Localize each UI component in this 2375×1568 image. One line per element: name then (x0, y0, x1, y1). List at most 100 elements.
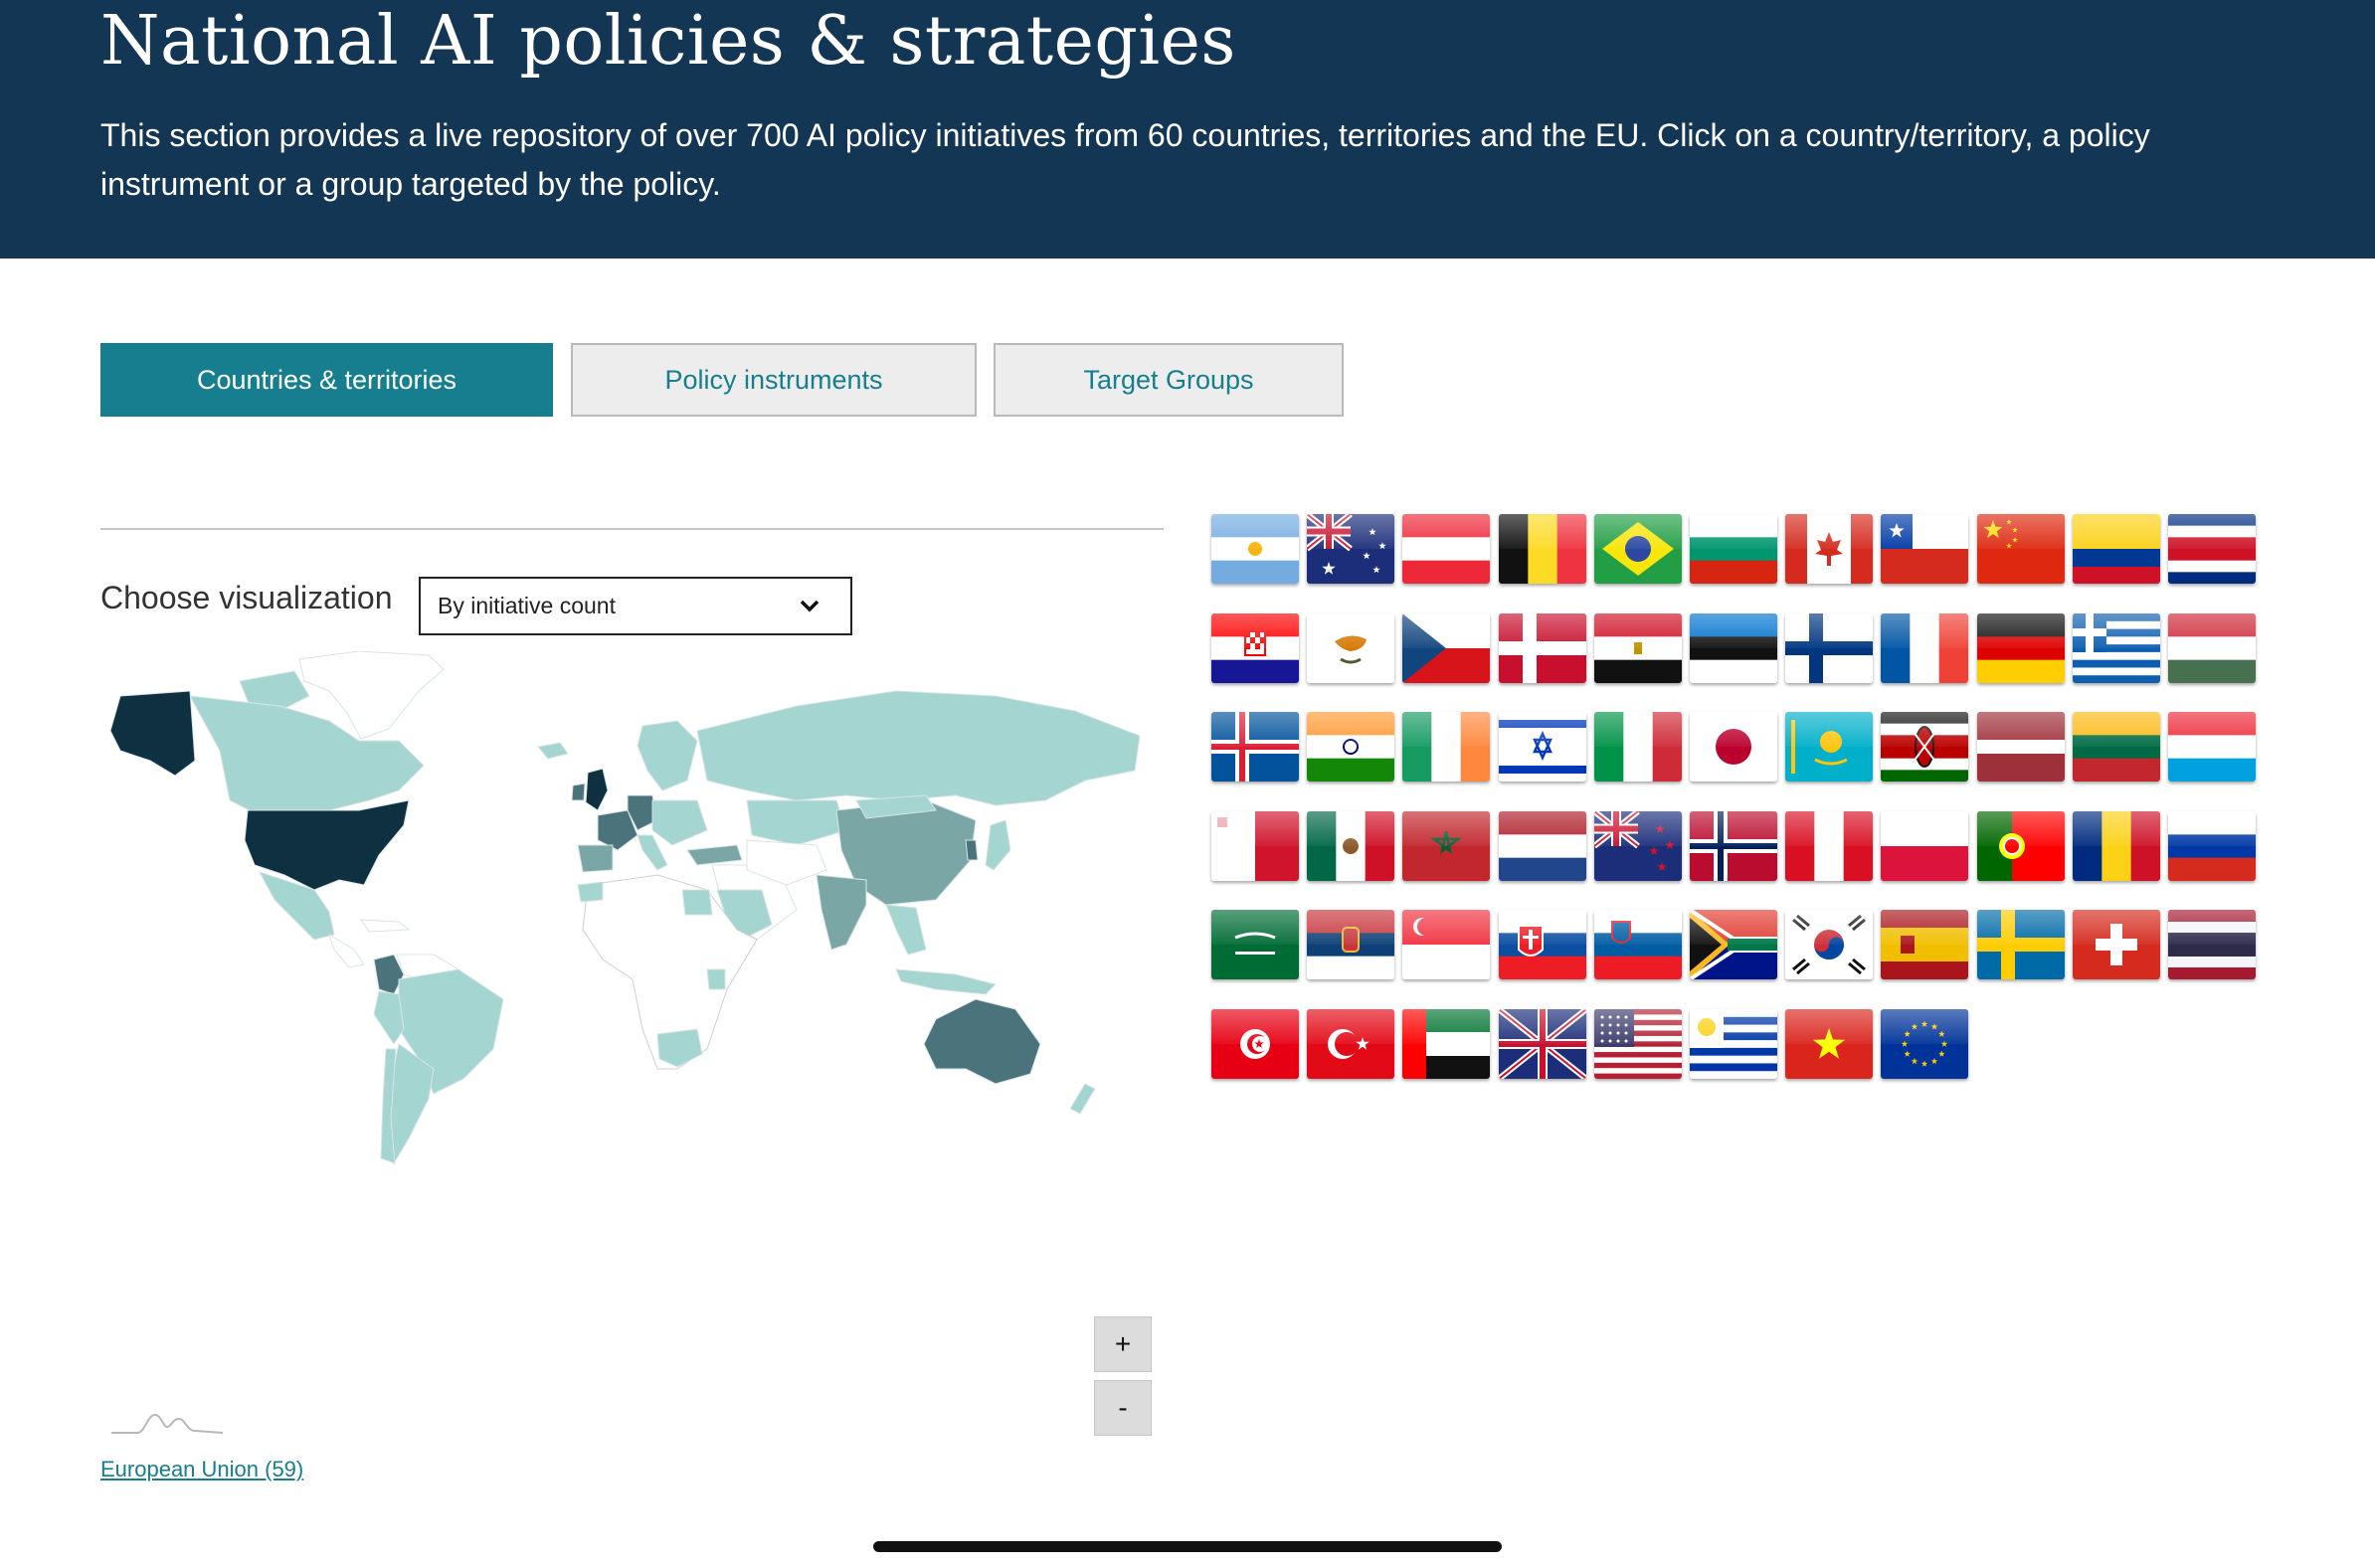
divider (100, 528, 1164, 530)
page-description: This section provides a live repository … (100, 117, 2150, 202)
map-new-zealand (1069, 1083, 1096, 1115)
slovenia-flag[interactable] (1593, 910, 1682, 979)
european-union-flag[interactable] (1881, 1008, 1969, 1079)
uae-flag[interactable] (1402, 1008, 1491, 1079)
map-scandinavia (637, 720, 698, 791)
ireland-flag[interactable] (1402, 712, 1491, 782)
singapore-flag[interactable] (1402, 910, 1491, 979)
tab-target-groups[interactable]: Target Groups (994, 343, 1344, 417)
map-japan (985, 819, 1011, 871)
israel-flag[interactable] (1498, 712, 1586, 782)
iceland-flag[interactable] (1211, 712, 1299, 782)
saudi-arabia-flag[interactable] (1211, 910, 1299, 979)
czech-republic-flag[interactable] (1402, 612, 1491, 683)
canada-flag[interactable] (1785, 514, 1874, 584)
malta-flag[interactable] (1211, 810, 1299, 881)
france-flag[interactable] (1881, 612, 1969, 683)
chevron-down-icon (800, 600, 820, 612)
kazakhstan-flag[interactable] (1785, 712, 1874, 782)
map-alaska (109, 690, 196, 777)
map-morocco (577, 881, 604, 903)
norway-flag[interactable] (1690, 810, 1777, 881)
germany-flag[interactable] (1976, 612, 2065, 683)
greece-flag[interactable] (2072, 612, 2160, 683)
slovakia-flag[interactable] (1498, 910, 1586, 979)
switzerland-flag[interactable] (2072, 910, 2160, 979)
colombia-flag[interactable] (2072, 514, 2160, 584)
australia-flag[interactable] (1307, 514, 1395, 584)
visualization-select[interactable]: By initiative count (419, 577, 852, 635)
brazil-flag[interactable] (1593, 514, 1682, 584)
romania-flag[interactable] (2072, 810, 2160, 881)
latvia-flag[interactable] (1976, 712, 2065, 782)
eu-sparkline-icon (111, 1413, 224, 1434)
european-union-link[interactable]: European Union (59) (100, 1457, 303, 1482)
tunisia-flag[interactable] (1211, 1008, 1299, 1079)
austria-flag[interactable] (1402, 514, 1491, 584)
denmark-flag[interactable] (1498, 612, 1586, 683)
poland-flag[interactable] (1881, 810, 1969, 881)
argentina-flag[interactable] (1211, 514, 1299, 584)
page-title: National AI policies & strategies (100, 2, 1236, 81)
spain-flag[interactable] (1881, 910, 1969, 979)
map-peru (373, 990, 405, 1045)
map-ireland (571, 783, 586, 801)
costa-rica-flag[interactable] (2168, 514, 2256, 584)
india-flag[interactable] (1307, 712, 1395, 782)
morocco-flag[interactable] (1402, 810, 1491, 881)
map-kazakhstan (746, 799, 847, 846)
china-flag[interactable] (1976, 514, 2065, 584)
united-kingdom-flag[interactable] (1498, 1008, 1586, 1079)
cyprus-flag[interactable] (1307, 612, 1395, 683)
mexico-flag[interactable] (1307, 810, 1395, 881)
tab-policy-instruments[interactable]: Policy instruments (571, 343, 977, 417)
estonia-flag[interactable] (1690, 612, 1777, 683)
turkey-flag[interactable] (1307, 1008, 1395, 1079)
page-header: National AI policies & strategies This s… (0, 0, 2375, 259)
map-iceland (537, 742, 569, 760)
russia-flag[interactable] (2168, 810, 2256, 881)
united-states-flag[interactable] (1593, 1008, 1682, 1079)
map-uk (585, 768, 609, 811)
map-egypt (681, 889, 713, 916)
japan-flag[interactable] (1690, 712, 1777, 782)
hungary-flag[interactable] (2168, 612, 2256, 683)
map-southeast-asia (885, 904, 927, 956)
south-korea-flag[interactable] (1785, 910, 1874, 979)
map-spain (577, 844, 614, 873)
bulgaria-flag[interactable] (1690, 514, 1777, 584)
world-map[interactable] (100, 651, 1140, 1168)
zoom-out-button[interactable]: - (1094, 1380, 1152, 1436)
map-central-europe (651, 799, 708, 846)
map-south-africa (656, 1028, 703, 1068)
zoom-in-button[interactable]: + (1094, 1316, 1152, 1372)
tab-countries-territories[interactable]: Countries & territories (100, 343, 553, 417)
thailand-flag[interactable] (2168, 910, 2256, 979)
sweden-flag[interactable] (1976, 910, 2065, 979)
belgium-flag[interactable] (1498, 514, 1586, 584)
map-korea (965, 839, 979, 861)
netherlands-flag[interactable] (1498, 810, 1586, 881)
map-italy (637, 834, 668, 871)
egypt-flag[interactable] (1593, 612, 1682, 683)
map-india (816, 874, 867, 951)
new-zealand-flag[interactable] (1593, 810, 1682, 881)
finland-flag[interactable] (1785, 612, 1874, 683)
map-australia (923, 998, 1041, 1085)
vietnam-flag[interactable] (1785, 1008, 1874, 1079)
serbia-flag[interactable] (1307, 910, 1395, 979)
peru-flag[interactable] (1785, 810, 1874, 881)
kenya-flag[interactable] (1881, 712, 1969, 782)
map-russia (696, 690, 1140, 806)
croatia-flag[interactable] (1211, 612, 1299, 683)
map-indonesia (895, 968, 997, 995)
italy-flag[interactable] (1593, 712, 1682, 782)
chile-flag[interactable] (1881, 514, 1969, 584)
map-central-america (328, 933, 365, 968)
south-africa-flag[interactable] (1690, 910, 1777, 979)
luxembourg-flag[interactable] (2168, 712, 2256, 782)
map-caribbean (360, 919, 411, 933)
uruguay-flag[interactable] (1690, 1008, 1777, 1079)
portugal-flag[interactable] (1976, 810, 2065, 881)
lithuania-flag[interactable] (2072, 712, 2160, 782)
